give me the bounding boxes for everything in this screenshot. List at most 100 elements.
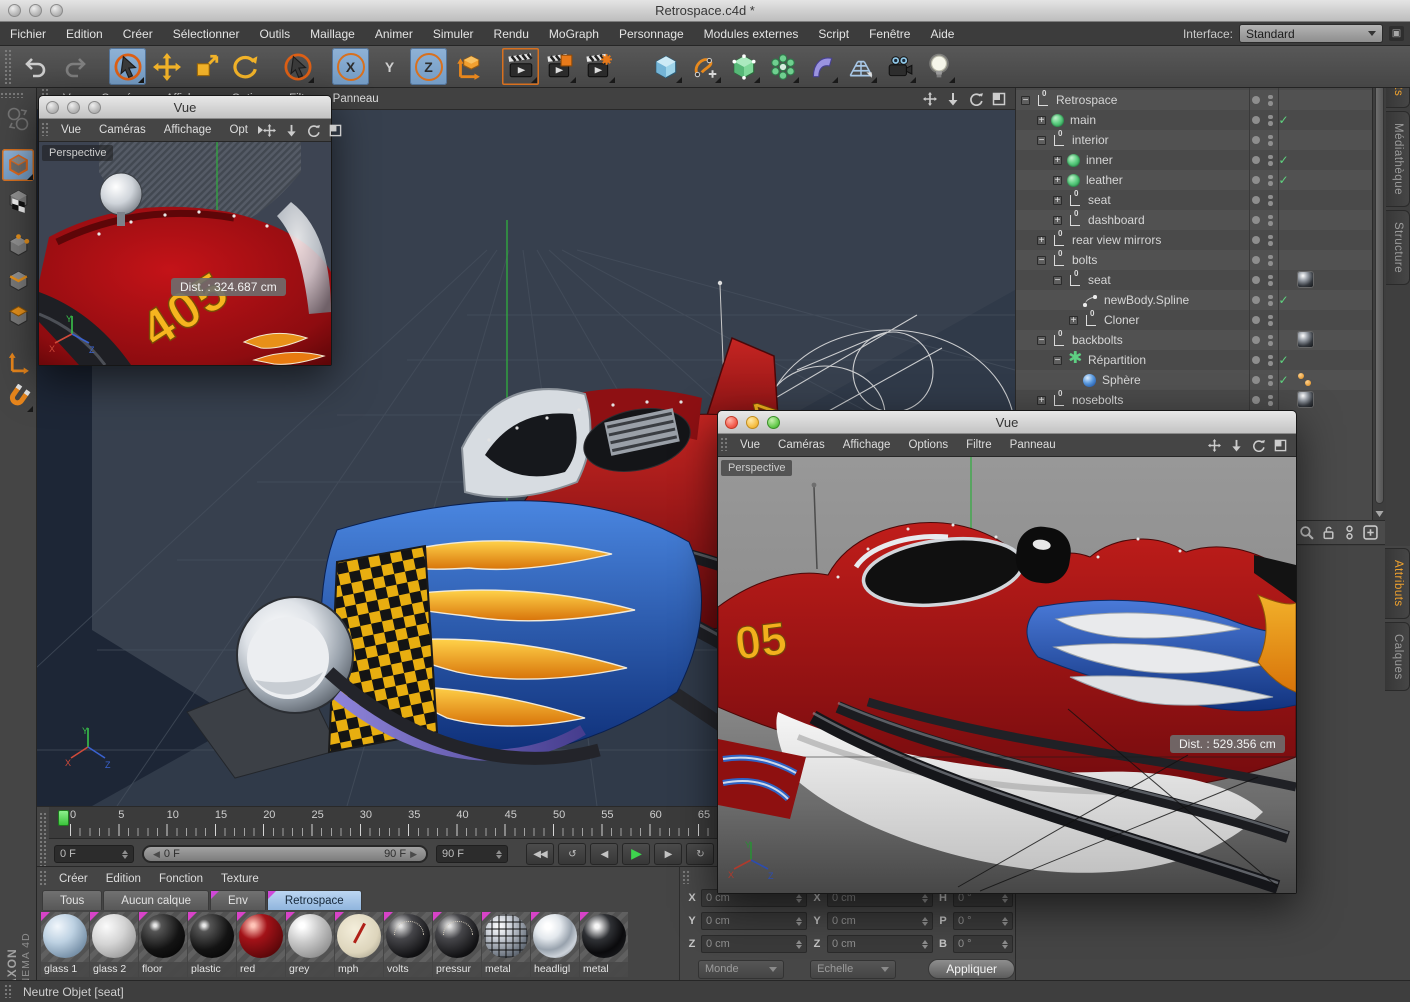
editor-render-dots[interactable]	[1268, 95, 1273, 106]
coordinates-drag-handle[interactable]	[682, 870, 691, 884]
visibility-toggles[interactable]	[1252, 230, 1279, 250]
scroll-down-icon[interactable]	[1375, 509, 1384, 518]
rot-p-field[interactable]: 0 °	[953, 912, 1013, 930]
editor-render-dots[interactable]	[1268, 215, 1273, 226]
pan-view-icon[interactable]	[1208, 439, 1221, 452]
material-item[interactable]: pressur	[433, 912, 481, 977]
drag-handle[interactable]	[41, 122, 50, 136]
null-object-icon[interactable]	[1054, 135, 1064, 146]
menu-item[interactable]: Affichage	[834, 439, 900, 451]
pos-z-field[interactable]: 0 cm	[701, 935, 807, 953]
object-label[interactable]: bolts	[1072, 253, 1097, 267]
visibility-toggles[interactable]	[1252, 190, 1279, 210]
history-dots-icon[interactable]	[1343, 525, 1356, 540]
add-array-object-button[interactable]	[764, 48, 801, 85]
points-mode-button[interactable]	[2, 230, 34, 262]
editor-render-dots[interactable]	[1268, 355, 1273, 366]
frame-stepper-icon[interactable]	[496, 850, 502, 859]
render-picture-viewer-button[interactable]	[541, 48, 578, 85]
object-label[interactable]: nosebolts	[1072, 393, 1123, 407]
manager-tab[interactable]: Médiathèque	[1385, 111, 1410, 207]
visibility-toggles[interactable]	[1252, 270, 1279, 290]
null-object-icon[interactable]	[1070, 195, 1080, 206]
visibility-toggles[interactable]: ✓	[1252, 110, 1289, 130]
object-row[interactable]: + nosebolts	[1016, 390, 1372, 410]
null-object-icon[interactable]	[1086, 315, 1096, 326]
edges-mode-button[interactable]	[2, 265, 34, 297]
visibility-toggles[interactable]: ✓	[1252, 290, 1289, 310]
material-layer-tab[interactable]: Env	[210, 890, 266, 910]
lock-z-axis-button[interactable]: Z	[410, 48, 447, 85]
expander-plus-icon[interactable]: +	[1037, 236, 1046, 245]
material-item[interactable]: floor	[139, 912, 187, 977]
visibility-toggles[interactable]: ✓	[1252, 150, 1289, 170]
null-object-icon[interactable]	[1054, 255, 1064, 266]
material-item[interactable]: plastic	[188, 912, 236, 977]
enabled-check-icon[interactable]: ✓	[1279, 353, 1289, 367]
layer-dot[interactable]	[1252, 156, 1260, 164]
object-row[interactable]: −interior	[1016, 130, 1372, 150]
sphere-object-icon[interactable]	[1083, 374, 1096, 387]
object-label[interactable]: backbolts	[1072, 333, 1123, 347]
end-frame-field[interactable]: 90 F	[436, 845, 508, 863]
null-object-icon[interactable]	[1070, 275, 1080, 286]
menu-item[interactable]: Sélectionner	[163, 27, 250, 41]
editor-render-dots[interactable]	[1268, 375, 1273, 386]
layer-dot[interactable]	[1252, 136, 1260, 144]
menu-item[interactable]: Opt	[220, 124, 257, 136]
editor-render-dots[interactable]	[1268, 175, 1273, 186]
menu-item[interactable]: Caméras	[90, 124, 155, 136]
expander-plus-icon[interactable]: +	[1037, 396, 1046, 405]
menu-item[interactable]: Texture	[212, 873, 268, 885]
menu-item[interactable]: Panneau	[1001, 439, 1065, 451]
model-mode-button[interactable]	[2, 149, 34, 181]
add-bend-deformer-button[interactable]	[803, 48, 840, 85]
enabled-check-icon[interactable]: ✓	[1279, 373, 1289, 387]
material-item[interactable]: glass 2	[90, 912, 138, 977]
scale-y-field[interactable]: 0 cm	[827, 912, 933, 930]
texture-tag[interactable]	[1297, 271, 1314, 288]
object-row[interactable]: +inner✓	[1016, 150, 1372, 170]
layer-dot[interactable]	[1252, 176, 1260, 184]
texture-tag[interactable]	[1297, 331, 1314, 348]
rotate-tool-button[interactable]	[226, 48, 263, 85]
material-item[interactable]: glass 1	[41, 912, 89, 977]
apply-button[interactable]: Appliquer	[928, 959, 1015, 979]
manager-tab[interactable]: Attributs	[1385, 548, 1410, 619]
menu-item[interactable]: Simuler	[423, 27, 484, 41]
material-item[interactable]: mph	[335, 912, 383, 977]
layer-dot[interactable]	[1252, 336, 1260, 344]
timeline-scrubber[interactable]	[58, 810, 69, 826]
expander-minus-icon[interactable]: −	[1021, 96, 1030, 105]
visibility-toggles[interactable]	[1252, 90, 1279, 110]
spline-object-icon[interactable]	[1083, 294, 1098, 307]
null-object-icon[interactable]	[1054, 395, 1064, 406]
menu-item[interactable]: Maillage	[300, 27, 365, 41]
visibility-toggles[interactable]: ✓	[1252, 350, 1289, 370]
status-drag-handle[interactable]	[4, 984, 13, 998]
layer-dot[interactable]	[1252, 316, 1260, 324]
menu-item[interactable]: Filtre	[957, 439, 1001, 451]
frame-range-slider[interactable]: ◀0 F 90 F▶	[142, 845, 428, 863]
visibility-toggles[interactable]	[1252, 330, 1279, 350]
object-row[interactable]: +seat	[1016, 190, 1372, 210]
expander-minus-icon[interactable]: −	[1037, 336, 1046, 345]
editor-render-dots[interactable]	[1268, 315, 1273, 326]
expander-minus-icon[interactable]: −	[1037, 136, 1046, 145]
editor-render-dots[interactable]	[1268, 255, 1273, 266]
zoom-view-icon[interactable]	[946, 92, 960, 106]
vue-window-large[interactable]: Vue VueCamérasAffichageOptionsFiltrePann…	[717, 410, 1297, 894]
object-tree-scrollbar[interactable]	[1372, 70, 1386, 520]
layer-dot[interactable]	[1252, 376, 1260, 384]
null-object-icon[interactable]	[1070, 215, 1080, 226]
current-frame-field[interactable]: 0 F	[54, 845, 134, 863]
object-row[interactable]: Sphère✓	[1016, 370, 1372, 390]
visibility-toggles[interactable]: ✓	[1252, 370, 1289, 390]
menu-item[interactable]: MoGraph	[539, 27, 609, 41]
object-row[interactable]: −seat	[1016, 270, 1372, 290]
goto-start-button[interactable]: ◀◀	[526, 843, 554, 865]
editor-render-dots[interactable]	[1268, 115, 1273, 126]
menu-item[interactable]: Panneau	[324, 93, 388, 105]
subdiv-object-icon[interactable]	[1051, 114, 1064, 127]
add-camera-button[interactable]	[881, 48, 918, 85]
